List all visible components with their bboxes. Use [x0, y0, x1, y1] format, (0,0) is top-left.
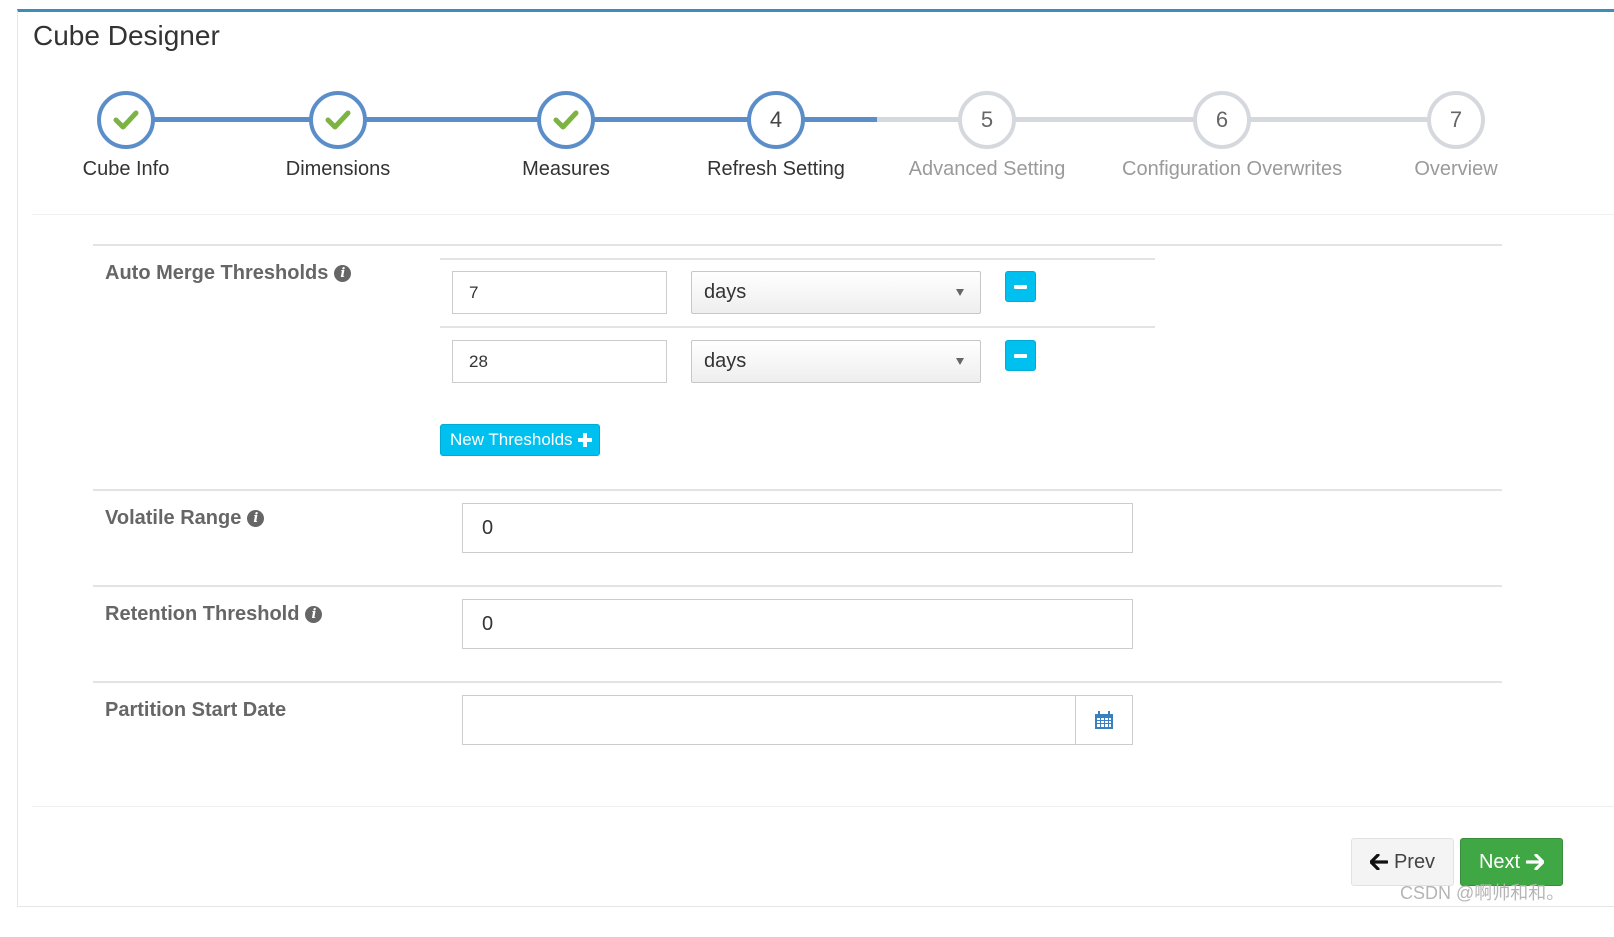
step-number-circle: 6 [1193, 91, 1251, 149]
threshold-value-input[interactable] [452, 340, 667, 383]
watermark-text: CSDN @啊帅和和。 [1400, 883, 1565, 903]
step-label: Configuration Overwrites [1122, 158, 1343, 180]
partition-start-date-input[interactable] [463, 696, 1075, 744]
step-number-circle: 5 [958, 91, 1016, 149]
wizard-step-configuration-overwrites[interactable]: 6 Configuration Overwrites [1122, 91, 1343, 181]
retention-threshold-label-text: Retention Threshold [105, 603, 300, 625]
threshold-unit-value: days [704, 281, 747, 303]
step-label: Overview [1414, 158, 1498, 180]
step-label: Measures [522, 158, 610, 180]
info-circle-icon[interactable]: i [247, 510, 265, 527]
step-label: Refresh Setting [707, 158, 845, 180]
info-circle-icon[interactable]: i [305, 606, 323, 623]
step-label: Dimensions [285, 158, 391, 180]
step-label: Advanced Setting [908, 158, 1066, 180]
auto-merge-label-text: Auto Merge Thresholds [105, 262, 329, 284]
arrow-left-icon [1369, 854, 1388, 870]
calendar-button[interactable] [1075, 696, 1132, 744]
calendar-icon [1095, 710, 1113, 729]
retention-threshold-label: Retention Threshold i [105, 603, 323, 626]
wizard-step-refresh-setting[interactable]: 4 Refresh Setting [676, 91, 876, 181]
remove-threshold-button[interactable] [1005, 271, 1036, 302]
arrow-right-icon [1526, 854, 1545, 870]
plus-icon [577, 433, 592, 447]
header-divider [32, 214, 1614, 215]
step-check-circle [309, 91, 367, 149]
wizard-step-measures[interactable]: Measures [466, 91, 666, 181]
partition-start-date-label-text: Partition Start Date [105, 699, 287, 721]
step-check-circle [97, 91, 155, 149]
step-check-circle [537, 91, 595, 149]
volatile-range-label: Volatile Range i [105, 507, 265, 530]
remove-threshold-button[interactable] [1005, 340, 1036, 371]
wizard-step-cube-info[interactable]: Cube Info [26, 91, 226, 181]
partition-start-date-field [462, 695, 1133, 745]
step-number-circle: 4 [747, 91, 805, 149]
row-divider [93, 585, 1502, 587]
check-icon [553, 110, 579, 130]
row-divider [93, 489, 1502, 491]
volatile-range-label-text: Volatile Range [105, 507, 242, 529]
threshold-value-input[interactable] [452, 271, 667, 314]
partition-start-date-label: Partition Start Date [105, 699, 286, 722]
step-label: Cube Info [82, 158, 170, 180]
footer-divider [32, 806, 1614, 807]
wizard-step-advanced-setting[interactable]: 5 Advanced Setting [887, 91, 1087, 181]
info-circle-icon[interactable]: i [334, 265, 352, 282]
threshold-divider [440, 258, 1155, 260]
volatile-range-input[interactable] [462, 503, 1133, 553]
check-icon [325, 110, 351, 130]
threshold-unit-select[interactable]: days [691, 340, 981, 383]
row-divider [93, 244, 1502, 246]
new-thresholds-button[interactable]: New Thresholds [440, 424, 600, 456]
row-divider [93, 681, 1502, 683]
threshold-unit-value: days [704, 350, 747, 372]
page-title: Cube Designer [33, 20, 220, 51]
next-label: Next [1478, 850, 1521, 873]
caret-down-icon [956, 358, 964, 365]
retention-threshold-input[interactable] [462, 599, 1133, 649]
wizard-step-dimensions[interactable]: Dimensions [238, 91, 438, 181]
caret-down-icon [956, 289, 964, 296]
wizard-step-overview[interactable]: 7 Overview [1356, 91, 1556, 181]
minus-icon [1014, 353, 1027, 358]
check-icon [113, 110, 139, 130]
minus-icon [1014, 284, 1027, 289]
auto-merge-label: Auto Merge Thresholds i [105, 262, 352, 285]
threshold-unit-select[interactable]: days [691, 271, 981, 314]
prev-label: Prev [1393, 850, 1436, 873]
new-thresholds-label: New Thresholds [450, 430, 573, 449]
step-number-circle: 7 [1427, 91, 1485, 149]
threshold-divider [440, 326, 1155, 328]
